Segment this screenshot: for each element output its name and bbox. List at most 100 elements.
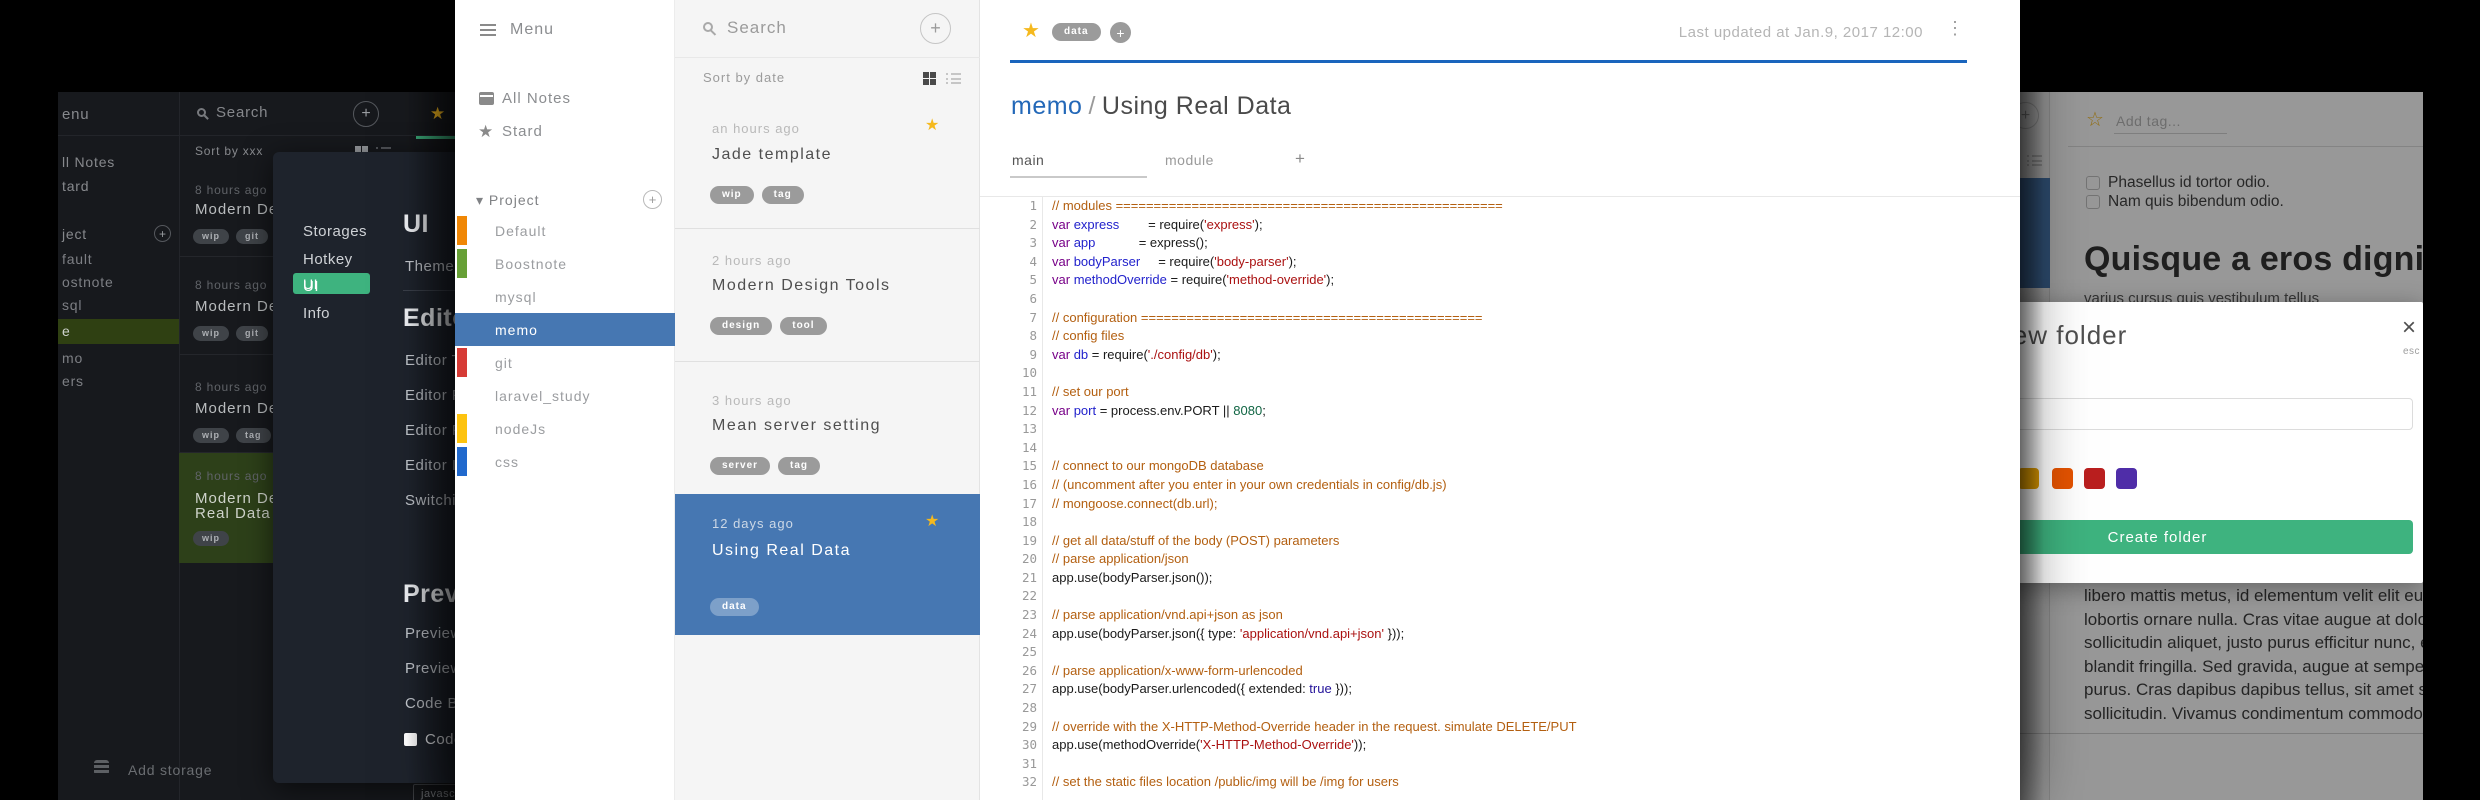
note-card[interactable]: 12 days ago ★ Using Real Data data [675,494,980,635]
line-number: 5 [1029,272,1037,288]
line-number: 27 [1021,681,1037,697]
kebab-menu-icon[interactable]: ⋮ [1946,18,1964,39]
tag-pill[interactable]: tool [780,317,827,335]
tag-pill[interactable]: wip [710,186,754,204]
code-text: var methodOverride = require('method-ove… [1052,272,1335,288]
tag-pill[interactable]: tag [761,186,804,204]
menu-icon[interactable] [480,24,496,36]
line-number: 20 [1021,551,1037,567]
escape-hint: esc [2403,346,2421,357]
menu-label[interactable]: enu [62,106,89,123]
line-number: 12 [1021,402,1037,418]
star-icon[interactable]: ★ [925,115,939,135]
archive-icon [479,92,494,105]
line-number: 10 [1021,365,1037,381]
note-title: Jade template [712,146,833,163]
folder-item[interactable]: git [495,355,513,371]
storage-icon [94,760,109,775]
tag-pill[interactable]: wip [193,531,229,546]
tag-pill[interactable]: git [236,229,268,244]
sidebar-item-project[interactable]: ject [62,226,87,242]
tab-main[interactable]: main [1012,152,1044,168]
search-input[interactable]: Search [216,104,268,121]
tag-pill[interactable]: tag [778,457,821,475]
code-line: 3 var app = express(); [980,234,2020,253]
code-line: 16 // (uncomment after you enter in your … [980,476,2020,495]
list-view-icon[interactable] [946,73,961,84]
sidebar-item-all-notes[interactable]: ll Notes [62,154,115,170]
code-line: 19 // get all data/stuff of the body (POS… [980,532,2020,551]
star-icon[interactable]: ★ [925,511,939,531]
tag-pill[interactable]: data [710,598,759,616]
menu-label[interactable]: Menu [510,21,554,39]
breadcrumb-folder[interactable]: memo [1011,92,1082,120]
note-card[interactable]: an hours ago ★ Jade template wip tag [675,103,980,229]
add-storage-button[interactable]: Add storage [128,762,212,778]
tab-module[interactable]: module [1165,152,1214,168]
folder-item[interactable]: Default [495,223,546,239]
code-text: var app = express(); [1052,235,1208,251]
add-folder-icon[interactable]: + [643,190,662,209]
folder-item-selected[interactable]: e [58,319,179,344]
code-line: 5 var methodOverride = require('method-ov… [980,271,2020,290]
code-text: var express = require('express'); [1052,216,1263,232]
add-tag-button[interactable]: + [1110,22,1131,43]
tag-pill[interactable]: data [1052,23,1101,41]
add-folder-icon[interactable]: + [154,225,171,242]
code-line: 21 app.use(bodyParser.json()); [980,569,2020,588]
sidebar-item-starred[interactable]: tard [62,178,89,194]
folder-item[interactable]: mo [62,350,83,366]
note-tags: data [710,596,767,616]
sidebar-item-all-notes[interactable]: All Notes [502,90,571,107]
tag-pill[interactable]: wip [193,326,229,341]
note-card[interactable]: 3 hours ago Mean server setting server tag [675,362,980,494]
star-icon[interactable]: ★ [1022,18,1040,43]
folder-item[interactable]: sql [62,297,82,313]
create-folder-button[interactable]: Create folder [2020,520,2413,554]
folder-item-selected[interactable]: memo [455,313,675,346]
grid-view-icon[interactable] [923,72,936,85]
new-note-button[interactable]: + [353,101,379,127]
folder-item[interactable]: mysql [495,289,537,305]
folder-item[interactable]: Boostnote [495,256,567,272]
code-text: // connect to our mongoDB database [1052,458,1264,474]
project-group-toggle[interactable]: ▾ Project [476,192,540,209]
sidebar-item-stard[interactable]: Stard [502,123,543,140]
new-note-button[interactable]: + [920,13,951,44]
search-input[interactable]: Search [727,18,787,38]
folder-color-bar [457,216,467,245]
settings-nav-item-info[interactable]: Info [303,305,330,322]
new-snippet-tab-button[interactable]: + [1295,149,1305,169]
folder-item[interactable]: fault [62,251,92,267]
tag-pill[interactable]: server [710,457,771,475]
line-number: 23 [1021,607,1037,623]
settings-nav-item-storages[interactable]: Storages [303,223,367,240]
sort-selector[interactable]: Sort by xxx [195,144,263,158]
tag-pill[interactable]: wip [193,229,229,244]
line-number: 22 [1021,588,1037,604]
color-swatch[interactable] [2052,468,2073,489]
line-number: 15 [1021,458,1037,474]
folder-item[interactable]: ostnote [62,274,114,290]
code-line: 6 [980,290,2020,309]
settings-nav-item-ui[interactable]: UI [303,278,319,295]
folder-item[interactable]: nodeJs [495,421,546,437]
sort-selector[interactable]: Sort by date [703,70,785,85]
tag-pill[interactable]: design [710,317,773,335]
code-editor[interactable]: 1 // modules ============================… [980,196,2020,800]
tag-pill[interactable]: git [236,326,268,341]
close-icon[interactable]: × [2402,314,2416,342]
color-swatch[interactable] [2084,468,2105,489]
code-line: 1 // modules ============================… [980,197,2020,216]
folder-item[interactable]: laravel_study [495,388,591,404]
tag-pill[interactable]: tag [236,428,271,443]
tag-pill[interactable]: wip [193,428,229,443]
code-text: // parse application/json [1052,551,1189,567]
settings-nav-item-hotkey[interactable]: Hotkey [303,251,353,268]
code-line: 25 [980,643,2020,662]
color-swatch[interactable] [2116,468,2137,489]
note-card[interactable]: 2 hours ago Modern Design Tools design tool [675,229,980,362]
folder-item[interactable]: ers [62,373,84,389]
folder-item[interactable]: css [495,454,519,470]
folder-name-input[interactable] [2020,398,2413,430]
